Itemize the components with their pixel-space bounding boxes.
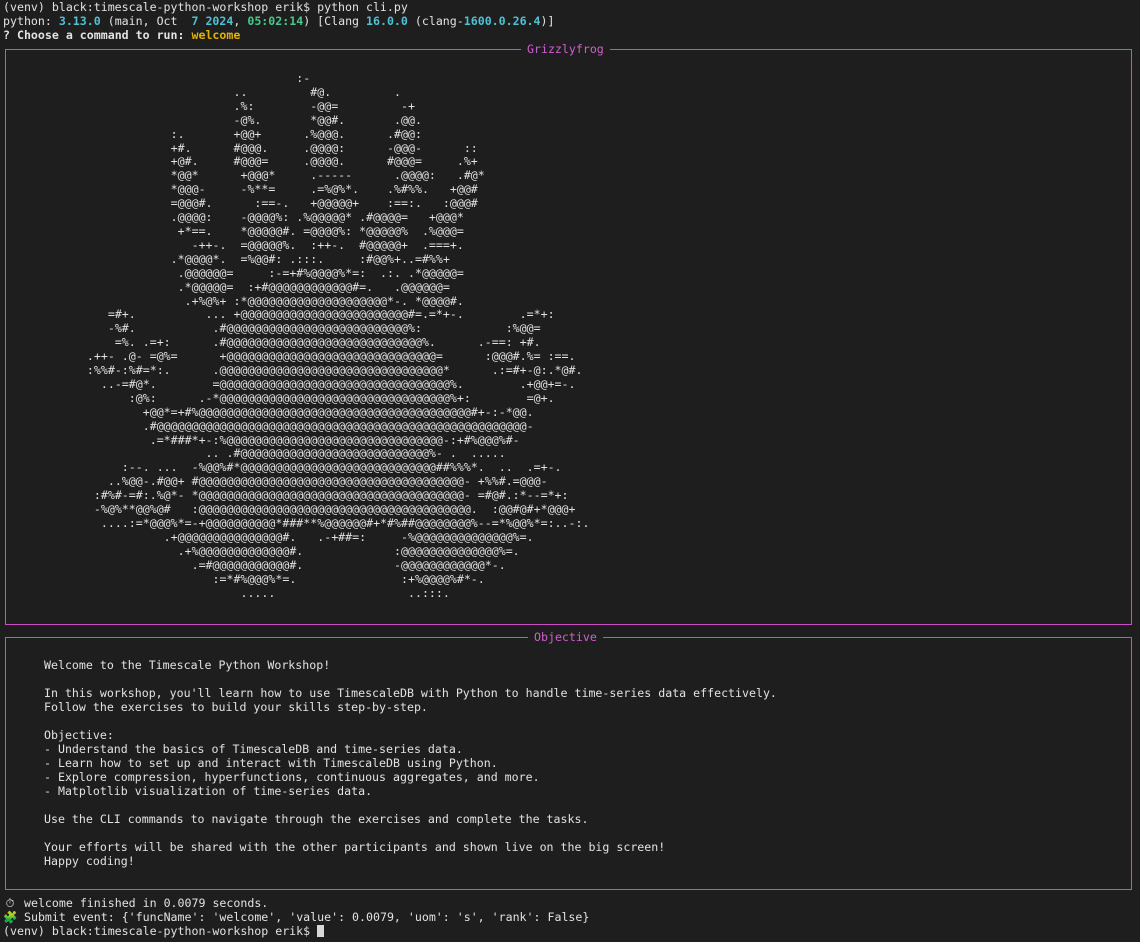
objective-line: Objective: xyxy=(44,728,114,742)
python-label: python: xyxy=(3,14,59,28)
clang-build: 1600.0.26.4 xyxy=(463,14,541,28)
build-time: 05:02:14 xyxy=(247,14,304,28)
objective-line: Follow the exercises to build your skill… xyxy=(44,700,428,714)
submit-event-line: 🧩 Submit event: {'funcName': 'welcome', … xyxy=(3,910,589,924)
objective-line: Your efforts will be shared with the oth… xyxy=(44,840,666,854)
command-line: (venv) black:timescale-python-workshop e… xyxy=(3,0,408,14)
ascii-art-panel: Grizzlyfrog :- .. #@. . .%: -@@= -+ -@%.… xyxy=(5,42,1132,625)
shell-command: python cli.py xyxy=(317,0,408,14)
question-text: Choose a command to run: xyxy=(16,28,192,42)
timing-text: welcome finished in 0.0079 seconds. xyxy=(17,896,269,910)
command-question: ? Choose a command to run: welcome xyxy=(3,28,240,42)
selected-command: welcome xyxy=(191,28,241,42)
clang-suffix: )] xyxy=(540,14,555,28)
objective-line: Use the CLI commands to navigate through… xyxy=(44,812,589,826)
stopwatch-icon: ⏱ xyxy=(5,896,15,910)
objective-line: - Learn how to set up and interact with … xyxy=(44,756,498,770)
objective-line: - Matplotlib visualization of time-serie… xyxy=(44,784,373,798)
objective-text: Welcome to the Timescale Python Workshop… xyxy=(44,658,777,868)
shell-prompt: (venv) black:timescale-python-workshop e… xyxy=(3,924,318,938)
objective-panel-title: Objective xyxy=(528,630,603,644)
python-version: 3.13.0 xyxy=(58,14,101,28)
question-mark: ? xyxy=(3,28,17,42)
objective-line: Happy coding! xyxy=(44,854,135,868)
clang-mid: (clang- xyxy=(407,14,464,28)
separator: , xyxy=(233,14,248,28)
text-cursor[interactable] xyxy=(317,925,325,937)
timing-status-line: ⏱ welcome finished in 0.0079 seconds. xyxy=(3,896,268,910)
build-year: 2024 xyxy=(205,14,234,28)
objective-panel: Objective Welcome to the Timescale Pytho… xyxy=(5,630,1132,890)
clang-label: ) [Clang xyxy=(303,14,367,28)
shell-prompt: (venv) black:timescale-python-workshop e… xyxy=(3,0,318,14)
objective-line: - Explore compression, hyperfunctions, c… xyxy=(44,770,540,784)
grizzlyfrog-ascii-art: :- .. #@. . .%: -@@= -+ -@%. *@@#. .@@. … xyxy=(86,71,590,600)
objective-line: - Understand the basics of TimescaleDB a… xyxy=(44,742,463,756)
python-version-line: python: 3.13.0 (main, Oct 7 2024, 05:02:… xyxy=(3,14,555,28)
submit-event-text: Submit event: {'funcName': 'welcome', 'v… xyxy=(17,910,590,924)
art-panel-title: Grizzlyfrog xyxy=(521,42,610,56)
objective-line: In this workshop, you'll learn how to us… xyxy=(44,686,777,700)
python-build-text: (main, Oct xyxy=(100,14,192,28)
objective-line: Welcome to the Timescale Python Workshop… xyxy=(44,658,331,672)
clang-version: 16.0.0 xyxy=(366,14,408,28)
final-prompt-line[interactable]: (venv) black:timescale-python-workshop e… xyxy=(3,924,325,938)
puzzle-piece-icon: 🧩 xyxy=(3,910,18,924)
